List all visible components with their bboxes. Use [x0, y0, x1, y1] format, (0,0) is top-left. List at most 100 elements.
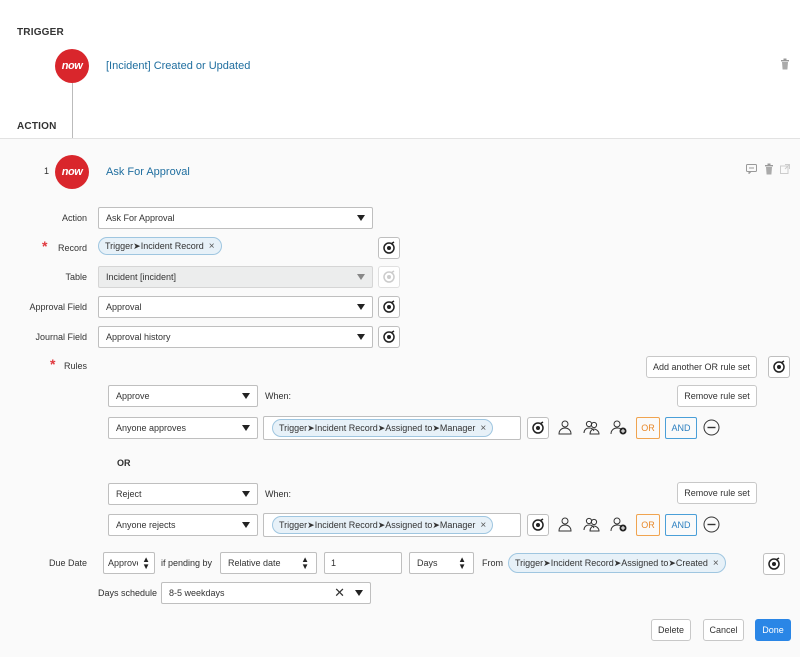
add-user-icon[interactable] [610, 516, 628, 535]
group-icon[interactable] [583, 419, 601, 438]
from-pill-field[interactable]: Trigger➤Incident Record➤Assigned to➤Crea… [508, 553, 726, 573]
remove-pill-icon[interactable]: × [209, 241, 215, 252]
table-pill-picker-button [378, 266, 400, 288]
trigger-delete-icon[interactable] [780, 58, 790, 73]
table-select: Incident [incident] [98, 266, 373, 288]
chevron-down-icon [242, 393, 250, 399]
user-icon[interactable] [557, 419, 573, 438]
approval-field-label: Approval Field [29, 302, 87, 312]
due-date-label: Due Date [48, 558, 87, 568]
due-date-decision-value: Approve [108, 558, 138, 568]
remove-pill-icon[interactable]: × [480, 520, 486, 531]
action-index: 1 [44, 166, 50, 176]
action-field-label: Action [61, 213, 87, 223]
action-section-label: ACTION [17, 121, 57, 132]
or-condition-button[interactable]: OR [636, 417, 660, 439]
updown-arrow-icon: ▲ ▼ [458, 555, 466, 571]
chevron-down-icon [242, 425, 250, 431]
chevron-down-icon [357, 215, 365, 221]
rule-approver-field[interactable]: Trigger➤Incident Record➤Assigned to➤Mana… [263, 416, 521, 440]
remove-condition-icon[interactable] [703, 419, 720, 439]
open-external-icon[interactable] [780, 164, 790, 174]
rule-decision-select[interactable]: Reject [108, 483, 258, 505]
required-icon: * [42, 238, 48, 254]
trigger-now-badge: now [55, 49, 89, 83]
days-schedule-value: 8-5 weekdays [169, 588, 225, 598]
data-pill-picker-button[interactable] [378, 237, 400, 259]
data-pill-icon [383, 241, 395, 254]
action-title-link[interactable]: Ask For Approval [106, 166, 190, 178]
comment-icon[interactable] [746, 164, 757, 174]
journal-field-value: Approval history [106, 332, 171, 342]
add-user-icon[interactable] [610, 419, 628, 438]
due-amount-input[interactable]: 1 [324, 552, 402, 574]
when-label: When: [265, 489, 292, 499]
trigger-title-link[interactable]: [Incident] Created or Updated [106, 60, 250, 72]
due-unit-value: Days [417, 558, 438, 568]
delete-button[interactable]: Delete [651, 619, 691, 641]
journal-field-label: Journal Field [35, 332, 87, 342]
or-separator: OR [117, 458, 131, 468]
due-date-pill-picker-button[interactable] [763, 553, 785, 575]
rule-decision-select[interactable]: Approve [108, 385, 258, 407]
chevron-down-icon [357, 274, 365, 280]
approver-pill-label: Trigger➤Incident Record➤Assigned to➤Mana… [279, 422, 476, 433]
approver-pill-picker-button[interactable] [527, 417, 549, 439]
approver-pill[interactable]: Trigger➤Incident Record➤Assigned to➤Mana… [272, 516, 494, 534]
approver-pill-label: Trigger➤Incident Record➤Assigned to➤Mana… [279, 519, 476, 530]
data-pill-icon [383, 270, 395, 283]
days-schedule-label: Days schedule [98, 588, 158, 598]
approval-field-select[interactable]: Approval [98, 296, 373, 318]
when-label: When: [265, 391, 292, 401]
action-select-value: Ask For Approval [106, 213, 175, 223]
remove-condition-icon[interactable] [703, 516, 720, 536]
action-select[interactable]: Ask For Approval [98, 207, 373, 229]
data-pill-icon [383, 300, 395, 313]
action-now-badge: now [55, 155, 89, 189]
trigger-section-label: TRIGGER [17, 27, 64, 38]
group-icon[interactable] [583, 516, 601, 535]
days-schedule-select[interactable]: 8-5 weekdays ✕ [161, 582, 371, 604]
rule-decision-value: Reject [116, 489, 142, 499]
record-pill[interactable]: Trigger➤Incident Record × [98, 237, 222, 255]
due-date-decision-select[interactable]: Approve ▲▼ [103, 552, 155, 574]
remove-pill-icon[interactable]: × [480, 423, 486, 434]
rule-decision-value: Approve [116, 391, 150, 401]
if-pending-label: if pending by [161, 558, 213, 568]
user-icon[interactable] [557, 516, 573, 535]
updown-arrow-icon: ▲ ▼ [301, 555, 309, 571]
and-condition-button[interactable]: AND [665, 514, 697, 536]
table-field-label: Table [65, 272, 87, 282]
rules-pill-picker-button[interactable] [768, 356, 790, 378]
remove-rule-set-button[interactable]: Remove rule set [677, 482, 757, 504]
data-pill-icon [768, 557, 780, 570]
data-pill-icon [383, 330, 395, 343]
chevron-down-icon [242, 491, 250, 497]
pending-type-value: Relative date [228, 558, 281, 568]
chevron-down-icon [357, 334, 365, 340]
rule-condition-value: Anyone approves [116, 423, 187, 433]
clear-icon[interactable]: ✕ [334, 585, 345, 601]
from-pill[interactable]: Trigger➤Incident Record➤Assigned to➤Crea… [508, 553, 726, 573]
approval-pill-picker-button[interactable] [378, 296, 400, 318]
add-or-rule-set-button[interactable]: Add another OR rule set [646, 356, 757, 378]
rule-condition-value: Anyone rejects [116, 520, 176, 530]
approver-pill[interactable]: Trigger➤Incident Record➤Assigned to➤Mana… [272, 419, 494, 437]
or-condition-button[interactable]: OR [636, 514, 660, 536]
cancel-button[interactable]: Cancel [703, 619, 744, 641]
journal-field-select[interactable]: Approval history [98, 326, 373, 348]
approver-pill-picker-button[interactable] [527, 514, 549, 536]
remove-pill-icon[interactable]: × [713, 558, 719, 569]
rule-condition-select[interactable]: Anyone approves [108, 417, 258, 439]
and-condition-button[interactable]: AND [665, 417, 697, 439]
rule-condition-select[interactable]: Anyone rejects [108, 514, 258, 536]
pending-type-select[interactable]: Relative date ▲ ▼ [220, 552, 317, 574]
record-pill-field[interactable]: Trigger➤Incident Record × [98, 235, 372, 257]
due-unit-select[interactable]: Days ▲ ▼ [409, 552, 474, 574]
table-select-value: Incident [incident] [106, 272, 177, 282]
remove-rule-set-button[interactable]: Remove rule set [677, 385, 757, 407]
journal-pill-picker-button[interactable] [378, 326, 400, 348]
done-button[interactable]: Done [755, 619, 791, 641]
action-delete-icon[interactable] [764, 163, 774, 175]
rule-approver-field[interactable]: Trigger➤Incident Record➤Assigned to➤Mana… [263, 513, 521, 537]
